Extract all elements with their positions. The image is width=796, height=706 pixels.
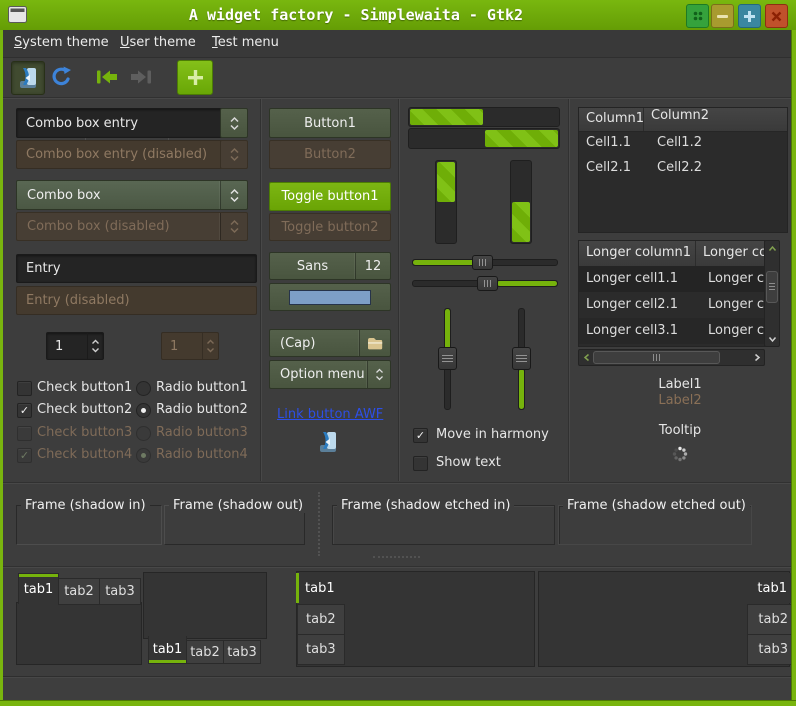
window-border-right[interactable] bbox=[791, 30, 796, 706]
tab-label: tab1 bbox=[757, 581, 787, 596]
tab-accent bbox=[149, 660, 186, 663]
tab-label: tab2 bbox=[306, 612, 336, 627]
tab-label: tab1 bbox=[153, 642, 183, 657]
tab-bottom-tab3[interactable]: tab3 bbox=[223, 640, 261, 664]
tab-right-tab2[interactable]: tab2 bbox=[747, 604, 796, 635]
tab-label: tab2 bbox=[64, 584, 94, 599]
window-border-bottom[interactable] bbox=[0, 700, 796, 706]
tab-bottom-tab2[interactable]: tab2 bbox=[186, 640, 224, 664]
tab-accent bbox=[296, 573, 299, 603]
tab-label: tab3 bbox=[227, 645, 257, 660]
status-bar bbox=[3, 676, 792, 702]
tab-label: tab1 bbox=[24, 582, 54, 597]
tab-label: tab2 bbox=[190, 645, 220, 660]
notebook-bottom-page bbox=[143, 572, 267, 639]
tab-label: tab3 bbox=[105, 584, 135, 599]
tab-right-tab1-active[interactable]: tab1 bbox=[741, 573, 796, 603]
tab-top-tab2[interactable]: tab2 bbox=[58, 578, 100, 605]
tab-top-tab1-active[interactable]: tab1 bbox=[18, 573, 59, 604]
tab-label: tab1 bbox=[305, 581, 335, 596]
tab-label: tab2 bbox=[758, 612, 788, 627]
tab-top-tab3[interactable]: tab3 bbox=[99, 578, 141, 605]
tab-left-tab3[interactable]: tab3 bbox=[297, 634, 345, 665]
tab-left-tab2[interactable]: tab2 bbox=[297, 604, 345, 635]
notebook-top-page bbox=[16, 602, 142, 665]
notebooks-row: tab1 tab2 tab3 tab1 tab2 tab3 tab1 tab2 … bbox=[0, 0, 796, 706]
tab-right-tab3[interactable]: tab3 bbox=[747, 634, 796, 665]
application-window: A widget factory - Simplewaita - Gtk2 Sy… bbox=[0, 0, 796, 706]
tab-label: tab3 bbox=[306, 642, 336, 657]
tab-left-tab1-active[interactable]: tab1 bbox=[296, 573, 345, 603]
tab-accent bbox=[19, 574, 58, 577]
tab-bottom-tab1-active[interactable]: tab1 bbox=[148, 636, 187, 664]
tab-label: tab3 bbox=[758, 642, 788, 657]
window-border-left[interactable] bbox=[0, 30, 3, 706]
